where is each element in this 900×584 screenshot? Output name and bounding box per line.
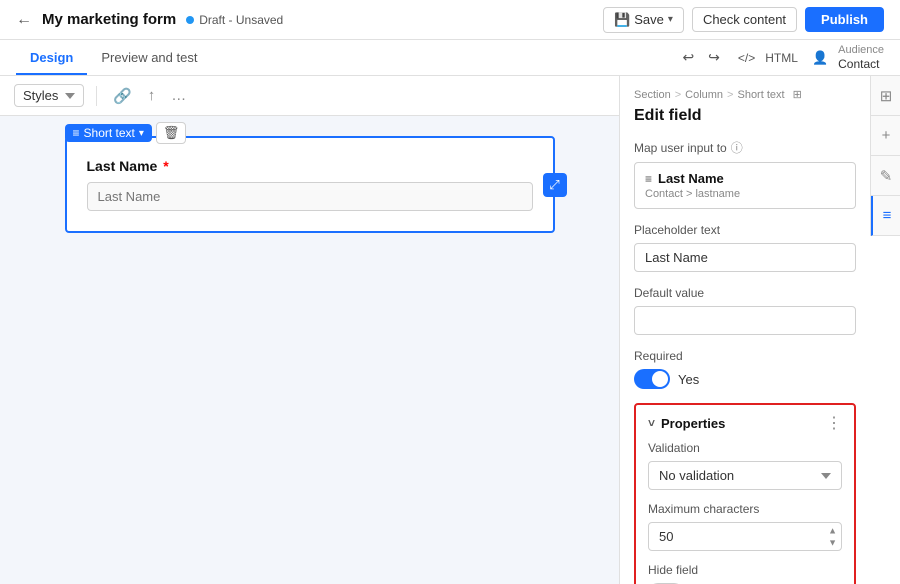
required-toggle[interactable] [634, 369, 670, 389]
topbar-right: 💾 Save ▾ Check content Publish [603, 7, 884, 33]
side-icon-1[interactable]: ⊞ [871, 76, 900, 116]
max-chars-label: Maximum characters [648, 502, 842, 516]
save-button[interactable]: 💾 Save ▾ [603, 7, 684, 33]
toolbar-separator [96, 86, 97, 106]
field-label: Last Name * [87, 158, 533, 174]
map-input-box[interactable]: ≡ Last Name Contact > lastname [634, 162, 856, 209]
placeholder-label: Placeholder text [634, 223, 856, 237]
validation-select[interactable]: No validation [648, 461, 842, 490]
topbar-left: ← My marketing form Draft - Unsaved [16, 11, 283, 29]
tabbar-tabs: Design Preview and test [16, 42, 211, 74]
side-icon-4[interactable]: ≡ [871, 196, 900, 236]
styles-select[interactable]: Styles [14, 84, 84, 107]
page-title: My marketing form [42, 11, 176, 28]
properties-body: Validation No validation Maximum charact… [636, 441, 854, 584]
hide-field-label: Hide field [648, 563, 842, 577]
spinner-up[interactable]: ▲ [827, 525, 838, 536]
side-icon-2[interactable]: + [871, 116, 900, 156]
caret-icon: ▾ [668, 14, 673, 25]
field-widget: ≡ Short text ▾ 🗑 Last Name * ⤢ [65, 136, 555, 233]
map-field-icon: ≡ [645, 172, 652, 186]
save-icon: 💾 [614, 12, 630, 28]
properties-header[interactable]: ˅ Properties ⋮ [636, 405, 854, 441]
breadcrumb-section: Section [634, 89, 671, 101]
redo-button[interactable]: ↪ [704, 47, 724, 68]
max-chars-input[interactable] [648, 522, 842, 551]
properties-section: ˅ Properties ⋮ Validation No validation [634, 403, 856, 584]
back-button[interactable]: ← [16, 11, 32, 29]
undo-button[interactable]: ↩ [678, 47, 698, 68]
map-input-path: Contact > lastname [645, 188, 845, 200]
canvas-content: ≡ Short text ▾ 🗑 Last Name * ⤢ [0, 116, 619, 584]
field-type-chevron: ▾ [139, 128, 144, 139]
max-chars-wrapper: ▲ ▼ [648, 522, 842, 551]
map-input-name: ≡ Last Name [645, 171, 845, 186]
draft-badge: Draft - Unsaved [186, 13, 283, 27]
validation-label: Validation [648, 441, 842, 455]
edit-field-title: Edit field [634, 107, 856, 125]
tabbar-right-icons: ↩ ↪ </> HTML 👤 Audience Contact [678, 44, 884, 70]
draft-label: Draft - Unsaved [199, 13, 283, 27]
back-icon: ← [16, 11, 32, 29]
required-star: * [163, 158, 168, 174]
field-widget-header: ≡ Short text ▾ 🗑 [65, 122, 187, 144]
breadcrumb-grid-icon[interactable]: ⊞ [793, 88, 802, 101]
canvas-area: Styles 🔗 ↑ … ≡ Short text ▾ 🗑 [0, 76, 620, 584]
undo-redo-group: ↩ ↪ [678, 47, 723, 68]
side-icon-3[interactable]: ✎ [871, 156, 900, 196]
placeholder-input[interactable] [634, 243, 856, 272]
check-content-button[interactable]: Check content [692, 7, 797, 32]
info-icon[interactable]: ⓘ [731, 139, 743, 156]
audience-label: Audience [838, 44, 884, 56]
breadcrumb-column: Column [685, 89, 723, 101]
main-layout: Styles 🔗 ↑ … ≡ Short text ▾ 🗑 [0, 76, 900, 584]
properties-header-left: ˅ Properties [648, 416, 725, 431]
publish-label: Publish [821, 12, 868, 27]
properties-label: Properties [661, 416, 725, 431]
side-icons: ⊞ + ✎ ≡ [870, 76, 900, 236]
breadcrumb: Section > Column > Short text ⊞ [634, 88, 856, 101]
max-chars-spinners: ▲ ▼ [827, 525, 838, 548]
canvas-toolbar: Styles 🔗 ↑ … [0, 76, 619, 116]
topbar: ← My marketing form Draft - Unsaved 💾 Sa… [0, 0, 900, 40]
required-toggle-row: Yes [634, 369, 856, 389]
field-type-badge[interactable]: ≡ Short text ▾ [65, 124, 152, 142]
default-value-input[interactable] [634, 306, 856, 335]
field-type-label: Short text [84, 126, 135, 140]
audience-value: Contact [838, 57, 884, 71]
link-button[interactable]: 🔗 [109, 85, 136, 107]
field-delete-button[interactable]: 🗑 [156, 122, 187, 144]
right-panel: Section > Column > Short text ⊞ Edit fie… [620, 76, 900, 584]
breadcrumb-short-text: Short text [737, 89, 784, 101]
audience-group: 👤 Audience Contact [808, 44, 884, 70]
field-preview-input[interactable] [87, 182, 533, 211]
html-label: HTML [765, 51, 798, 65]
properties-chevron: ˅ [648, 416, 655, 430]
default-value-label: Default value [634, 286, 856, 300]
audience-icon[interactable]: 👤 [808, 48, 832, 68]
spinner-down[interactable]: ▼ [827, 537, 838, 548]
check-content-label: Check content [703, 12, 786, 27]
required-yes-label: Yes [678, 372, 699, 387]
publish-button[interactable]: Publish [805, 7, 884, 32]
more-options-button[interactable]: … [167, 85, 190, 106]
audience-info: Audience Contact [838, 44, 884, 70]
html-icon[interactable]: </> [734, 49, 759, 67]
tab-preview[interactable]: Preview and test [87, 42, 211, 75]
up-arrow-button[interactable]: ↑ [144, 85, 160, 106]
draft-dot [186, 16, 194, 24]
tabbar: Design Preview and test ↩ ↪ </> HTML 👤 A… [0, 40, 900, 76]
field-type-icon: ≡ [73, 126, 80, 140]
html-group: </> HTML [734, 49, 798, 67]
required-label: Required [634, 349, 856, 363]
field-handle[interactable]: ⤢ [543, 173, 567, 197]
map-user-input-label: Map user input to ⓘ [634, 139, 856, 156]
tab-design[interactable]: Design [16, 42, 87, 75]
save-label: Save [634, 12, 664, 27]
right-panel-inner: Section > Column > Short text ⊞ Edit fie… [620, 76, 900, 584]
properties-menu-button[interactable]: ⋮ [826, 413, 842, 433]
delete-icon: 🗑 [163, 125, 180, 140]
